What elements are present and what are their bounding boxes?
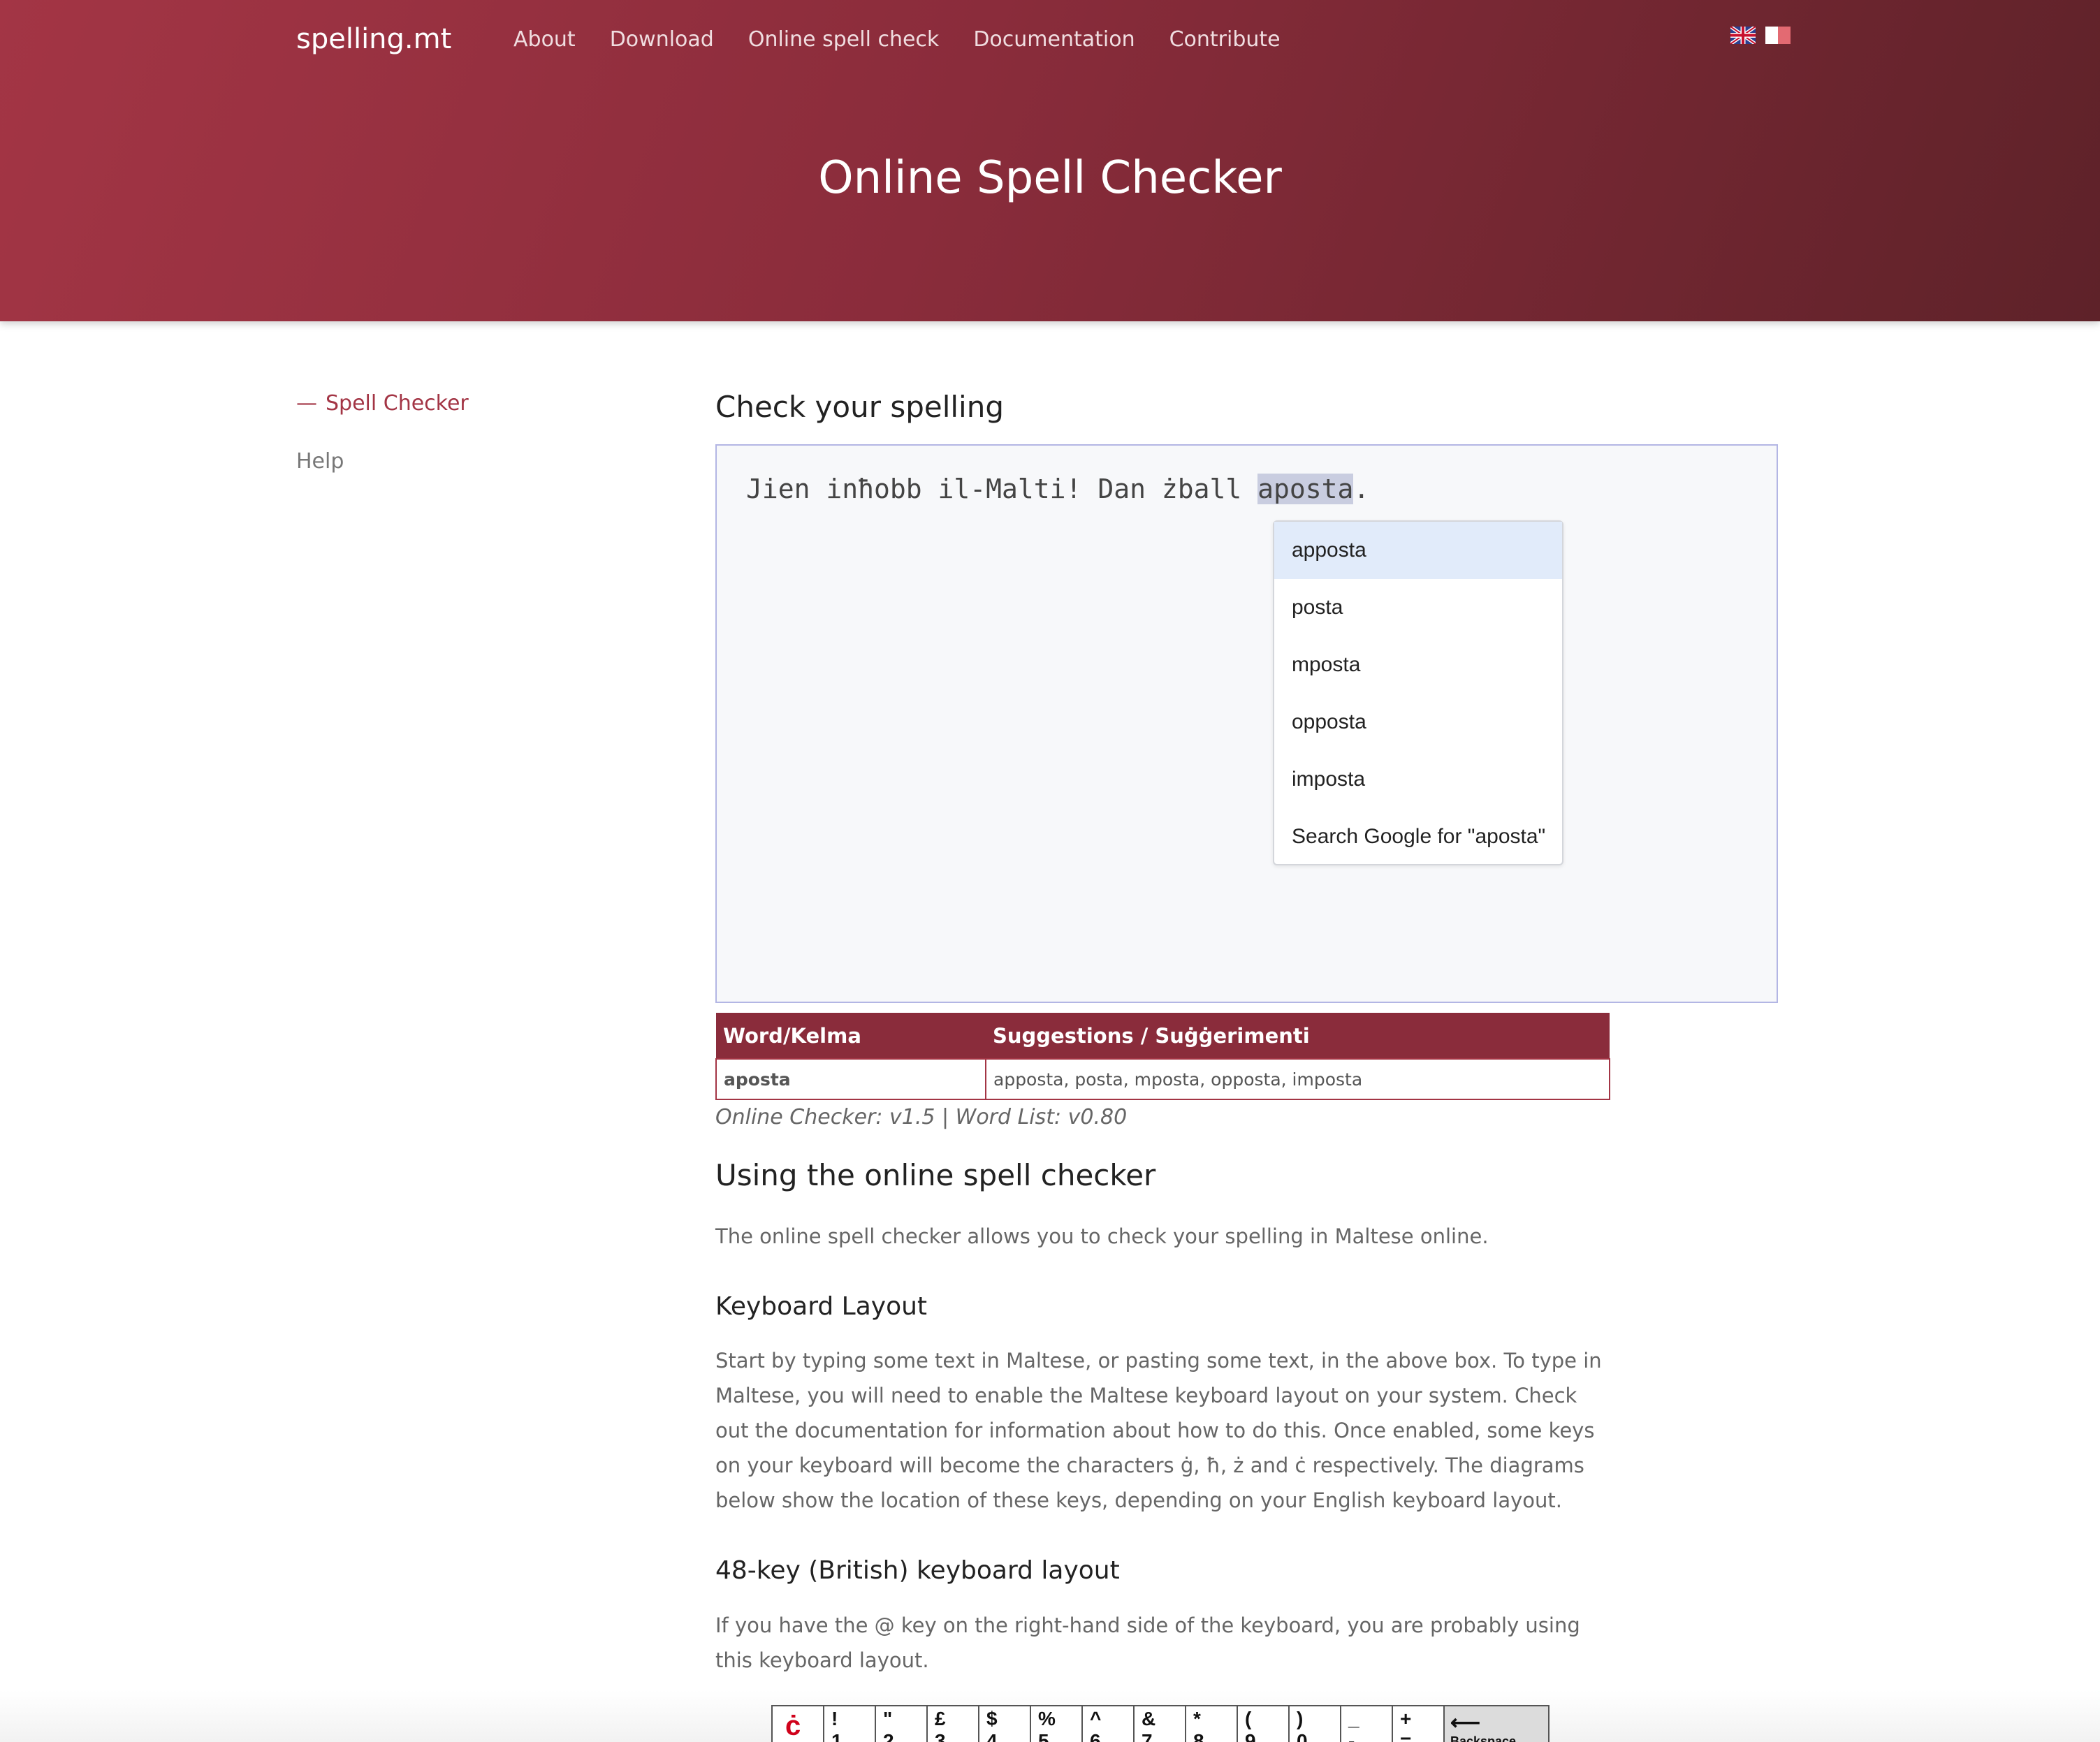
search-google-item[interactable]: Search Google for "aposta": [1274, 808, 1562, 865]
key-top: (: [1245, 1708, 1252, 1729]
site-logo[interactable]: spelling.mt: [296, 23, 451, 55]
key-top: ": [883, 1708, 893, 1729]
suggestion-item[interactable]: opposta: [1274, 694, 1562, 751]
sidebar-item-spell-checker[interactable]: — Spell Checker: [296, 391, 469, 416]
key-top: ^: [1090, 1708, 1102, 1729]
uk-flag-icon[interactable]: [1730, 27, 1756, 44]
site-header: spelling.mt About Download Online spell …: [0, 0, 2100, 321]
key-bottom: 6: [1090, 1730, 1101, 1742]
keyboard-key: % 5: [1031, 1706, 1083, 1742]
nav-download[interactable]: Download: [610, 27, 714, 52]
keyboard-diagram: ċ ! 1 " 2 £3 $4 % 5 ^ 6 & 7 * 8 (9 ) 0 _ - + = ⟵ B…: [771, 1705, 1550, 1742]
key-top: %: [1038, 1708, 1056, 1729]
page-title: Online Spell Checker: [818, 152, 1282, 204]
key-bottom: 4: [986, 1730, 998, 1742]
table-row: aposta apposta, posta, mposta, opposta, …: [715, 1058, 1610, 1100]
keyboard-layout-heading: Keyboard Layout: [715, 1292, 928, 1321]
key-bottom: 8: [1193, 1730, 1204, 1742]
nav-contribute[interactable]: Contribute: [1169, 27, 1281, 52]
keyboard-key: ċ: [773, 1706, 824, 1742]
suggestion-item[interactable]: apposta: [1274, 522, 1562, 579]
using-paragraph: The online spell checker allows you to c…: [715, 1224, 1489, 1248]
check-heading: Check your spelling: [715, 390, 1005, 424]
active-dash: —: [296, 391, 317, 416]
editor-text-after: .: [1353, 474, 1370, 504]
sidebar: — Spell Checker Help: [296, 391, 469, 474]
keyboard-key: ) 0: [1290, 1706, 1341, 1742]
table-header-word: Word/Kelma: [716, 1013, 986, 1059]
keyboard-key: " 2: [876, 1706, 928, 1742]
nav-documentation[interactable]: Documentation: [973, 27, 1135, 52]
key-top: *: [1193, 1708, 1201, 1729]
key-bottom: 5: [1038, 1730, 1049, 1742]
keyboard-key: * 8: [1186, 1706, 1238, 1742]
key-top: +: [1400, 1708, 1412, 1729]
key-top: !: [831, 1708, 838, 1729]
key-bottom: 1: [831, 1730, 843, 1742]
keyboard-key: (9: [1238, 1706, 1290, 1742]
misspelled-word[interactable]: aposta: [1257, 474, 1354, 504]
key-bottom: 0: [1297, 1730, 1308, 1742]
backspace-arrow-icon: ⟵: [1450, 1711, 1481, 1734]
key-bottom: 7: [1142, 1730, 1153, 1742]
key-top: £: [935, 1708, 946, 1729]
keyboard-key: & 7: [1135, 1706, 1186, 1742]
version-info: Online Checker: v1.5 | Word List: v0.80: [715, 1105, 1128, 1129]
keyboard-key: £3: [928, 1706, 979, 1742]
key-top: &: [1142, 1708, 1156, 1729]
key-top: ): [1297, 1708, 1304, 1729]
key-bottom: 9: [1245, 1730, 1256, 1742]
keyboard-key: ^ 6: [1083, 1706, 1135, 1742]
sidebar-item-label: Spell Checker: [326, 391, 469, 416]
keyboard-key-backspace: ⟵ Backspace: [1445, 1706, 1550, 1742]
key-label: Backspace: [1450, 1734, 1517, 1742]
keyboard-layout-paragraph: Start by typing some text in Maltese, or…: [715, 1349, 1602, 1512]
key-top: _: [1348, 1708, 1359, 1729]
suggestion-item[interactable]: mposta: [1274, 636, 1562, 694]
editor-text-before: Jien inħobb il-Malti! Dan żball: [746, 474, 1258, 504]
suggestions-table: Word/Kelma Suggestions / Suġġerimenti ap…: [715, 1013, 1610, 1100]
table-cell-word: aposta: [715, 1058, 986, 1100]
using-heading: Using the online spell checker: [715, 1158, 1156, 1192]
british-layout-heading: 48-key (British) keyboard layout: [715, 1556, 1120, 1585]
sidebar-item-help[interactable]: Help: [296, 449, 469, 474]
malta-flag-icon[interactable]: [1765, 27, 1791, 44]
key-bottom: -: [1348, 1730, 1355, 1742]
language-switcher: [1730, 27, 1791, 44]
nav-online-spell-check[interactable]: Online spell check: [748, 27, 939, 52]
suggestions-menu: apposta posta mposta opposta imposta Sea…: [1273, 520, 1563, 865]
keyboard-key: + =: [1393, 1706, 1445, 1742]
spellcheck-textarea[interactable]: Jien inħobb il-Malti! Dan żball aposta.: [715, 444, 1778, 1003]
key-bottom: 3: [935, 1730, 946, 1742]
editor-content[interactable]: Jien inħobb il-Malti! Dan żball aposta.: [746, 474, 1369, 504]
top-nav: About Download Online spell check Docume…: [513, 27, 1315, 52]
keyboard-key: $4: [979, 1706, 1031, 1742]
key-top: ċ: [785, 1711, 801, 1741]
key-bottom: 2: [883, 1730, 894, 1742]
key-top: $: [986, 1708, 998, 1729]
table-header-suggestions: Suggestions / Suġġerimenti: [986, 1013, 1610, 1059]
nav-about[interactable]: About: [513, 27, 576, 52]
british-layout-paragraph: If you have the @ key on the right-hand …: [715, 1613, 1580, 1672]
keyboard-key: _ -: [1341, 1706, 1393, 1742]
suggestion-item[interactable]: imposta: [1274, 751, 1562, 808]
table-cell-suggestions: apposta, posta, mposta, opposta, imposta: [985, 1058, 1610, 1100]
suggestion-item[interactable]: posta: [1274, 579, 1562, 636]
key-bottom: =: [1400, 1730, 1412, 1742]
keyboard-key: ! 1: [824, 1706, 876, 1742]
